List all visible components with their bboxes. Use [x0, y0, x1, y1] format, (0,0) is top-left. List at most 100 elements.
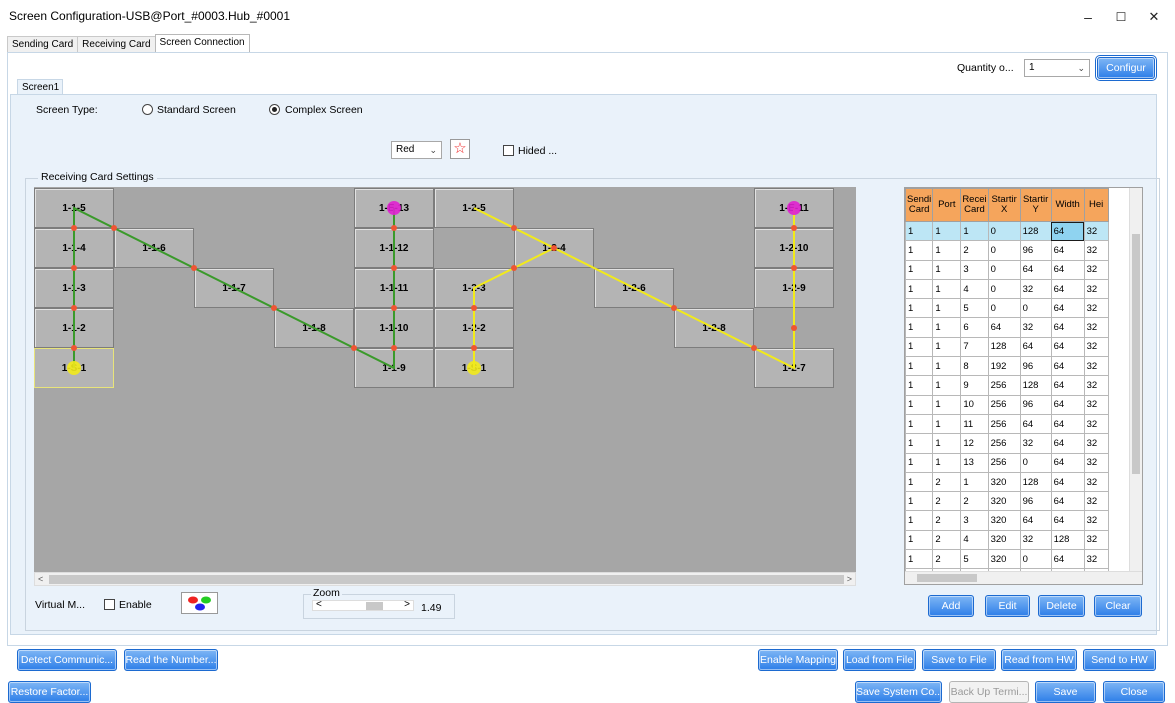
table-cell[interactable]: 2 [932, 510, 962, 531]
edit-button[interactable]: Edit [985, 595, 1030, 617]
table-cell[interactable]: 1 [932, 220, 962, 242]
table-cell[interactable]: 1 [932, 240, 962, 261]
canvas-scroll-thumb[interactable] [49, 575, 844, 584]
complex-screen-radio[interactable] [269, 104, 280, 115]
table-cell[interactable]: 2 [932, 471, 962, 493]
virtual-color-button[interactable] [181, 592, 218, 614]
table-row[interactable]: 1 1 6 64 32 64 32 [905, 317, 1109, 338]
table-vertical-scrollbar[interactable] [1129, 188, 1142, 572]
table-cell[interactable]: 13 [960, 452, 989, 473]
table-cell[interactable]: 2 [932, 491, 962, 512]
enable-checkbox[interactable] [104, 599, 115, 610]
table-cell[interactable]: 32 [1083, 529, 1109, 551]
table-cell[interactable]: 256 [987, 413, 1021, 435]
back-up-terminal-button[interactable]: Back Up Termi... [949, 681, 1029, 703]
table-cell[interactable]: 0 [987, 298, 1021, 319]
table-cell[interactable]: 32 [1083, 394, 1109, 415]
table-row[interactable]: 1 1 2 0 96 64 32 [905, 240, 1109, 261]
table-row[interactable]: 1 1 5 0 0 64 32 [905, 298, 1109, 319]
table-cell[interactable]: 32 [1019, 317, 1052, 338]
table-cell[interactable]: 1 [905, 259, 934, 280]
table-cell[interactable]: 64 [1050, 433, 1085, 454]
table-row[interactable]: 1 2 2 320 96 64 32 [905, 491, 1109, 512]
table-cell[interactable]: 64 [1050, 240, 1085, 261]
tab-sending-card[interactable]: Sending Card [7, 36, 79, 52]
table-row[interactable]: 1 1 13 256 0 64 32 [905, 452, 1109, 473]
table-row[interactable]: 1 2 4 320 32 128 32 [905, 529, 1109, 551]
table-cell[interactable]: 1 [932, 356, 962, 377]
table-cell[interactable]: 256 [987, 375, 1021, 396]
star-icon[interactable]: ☆ [450, 139, 470, 159]
table-cell[interactable]: 64 [987, 317, 1021, 338]
table-cell[interactable]: 0 [1019, 452, 1052, 473]
maximize-icon[interactable]: ☐ [1106, 6, 1136, 28]
table-cell[interactable]: 0 [1019, 298, 1052, 319]
minimize-icon[interactable]: – [1073, 6, 1103, 28]
table-cell[interactable]: 2 [932, 529, 962, 551]
table-cell[interactable]: 5 [960, 298, 989, 319]
table-cell[interactable]: 1 [905, 240, 934, 261]
table-cell[interactable]: 32 [1083, 336, 1109, 358]
table-cell[interactable]: 32 [1083, 491, 1109, 512]
table-cell[interactable]: 256 [987, 394, 1021, 415]
table-cell[interactable]: 1 [905, 336, 934, 358]
table-cell[interactable]: 3 [960, 259, 989, 280]
tab-receiving-card[interactable]: Receiving Card [77, 36, 156, 52]
table-cell[interactable]: 32 [1083, 510, 1109, 531]
table-cell[interactable]: 32 [1083, 549, 1109, 570]
table-cell[interactable]: 1 [905, 413, 934, 435]
delete-button[interactable]: Delete [1038, 595, 1085, 617]
add-button[interactable]: Add [928, 595, 974, 617]
table-cell[interactable]: 2 [960, 491, 989, 512]
table-cell[interactable]: 64 [1050, 317, 1085, 338]
table-cell[interactable]: 1 [932, 452, 962, 473]
table-cell[interactable]: 128 [1019, 471, 1052, 493]
table-cell[interactable]: 1 [932, 433, 962, 454]
scroll-left-icon[interactable]: < [38, 573, 43, 585]
table-cell[interactable]: 1 [905, 317, 934, 338]
table-column-header[interactable]: Hei [1083, 188, 1109, 222]
table-cell[interactable]: 64 [1050, 452, 1085, 473]
send-to-hw-button[interactable]: Send to HW [1083, 649, 1156, 671]
table-cell[interactable]: 64 [1050, 298, 1085, 319]
table-row[interactable]: 1 1 9 256 128 64 32 [905, 375, 1109, 396]
quantity-select[interactable]: 1 ⌄ [1024, 59, 1090, 77]
table-cell[interactable]: 32 [1083, 471, 1109, 493]
table-cell[interactable]: 9 [960, 375, 989, 396]
table-column-header[interactable]: Recei Card [960, 188, 989, 222]
zoom-slider-thumb[interactable] [365, 602, 383, 610]
table-cell[interactable]: 320 [987, 529, 1021, 551]
table-cell[interactable]: 192 [987, 356, 1021, 377]
table-cell[interactable]: 64 [1050, 471, 1085, 493]
table-row[interactable]: 1 1 3 0 64 64 32 [905, 259, 1109, 280]
table-cell[interactable]: 128 [987, 336, 1021, 358]
table-cell[interactable]: 1 [905, 452, 934, 473]
zoom-out-icon[interactable]: < [316, 599, 322, 610]
table-cell[interactable]: 2 [960, 240, 989, 261]
table-cell[interactable]: 3 [960, 510, 989, 531]
table-column-header[interactable]: Startir Y [1019, 188, 1052, 222]
table-horizontal-scrollbar[interactable] [905, 571, 1142, 584]
table-cell[interactable]: 5 [960, 549, 989, 570]
table-cell[interactable]: 1 [905, 491, 934, 512]
restore-factory-button[interactable]: Restore Factor... [8, 681, 91, 703]
close-button[interactable]: Close [1103, 681, 1165, 703]
table-cell[interactable]: 1 [932, 413, 962, 435]
table-cell[interactable]: 96 [1019, 240, 1052, 261]
table-cell[interactable]: 64 [1050, 220, 1085, 242]
table-column-header[interactable]: Width [1050, 188, 1085, 222]
enable-mapping-button[interactable]: Enable Mapping [758, 649, 838, 671]
table-hscroll-thumb[interactable] [917, 574, 977, 582]
table-cell[interactable]: 64 [1050, 491, 1085, 512]
table-cell[interactable]: 96 [1019, 356, 1052, 377]
table-cell[interactable]: 128 [1050, 529, 1085, 551]
table-cell[interactable]: 0 [987, 240, 1021, 261]
table-column-header[interactable]: Port [932, 188, 962, 222]
table-cell[interactable]: 0 [987, 259, 1021, 280]
table-cell[interactable]: 64 [1050, 278, 1085, 300]
table-cell[interactable]: 1 [905, 356, 934, 377]
table-cell[interactable]: 64 [1050, 336, 1085, 358]
table-cell[interactable]: 1 [905, 298, 934, 319]
clear-button[interactable]: Clear [1094, 595, 1142, 617]
save-button[interactable]: Save [1035, 681, 1096, 703]
